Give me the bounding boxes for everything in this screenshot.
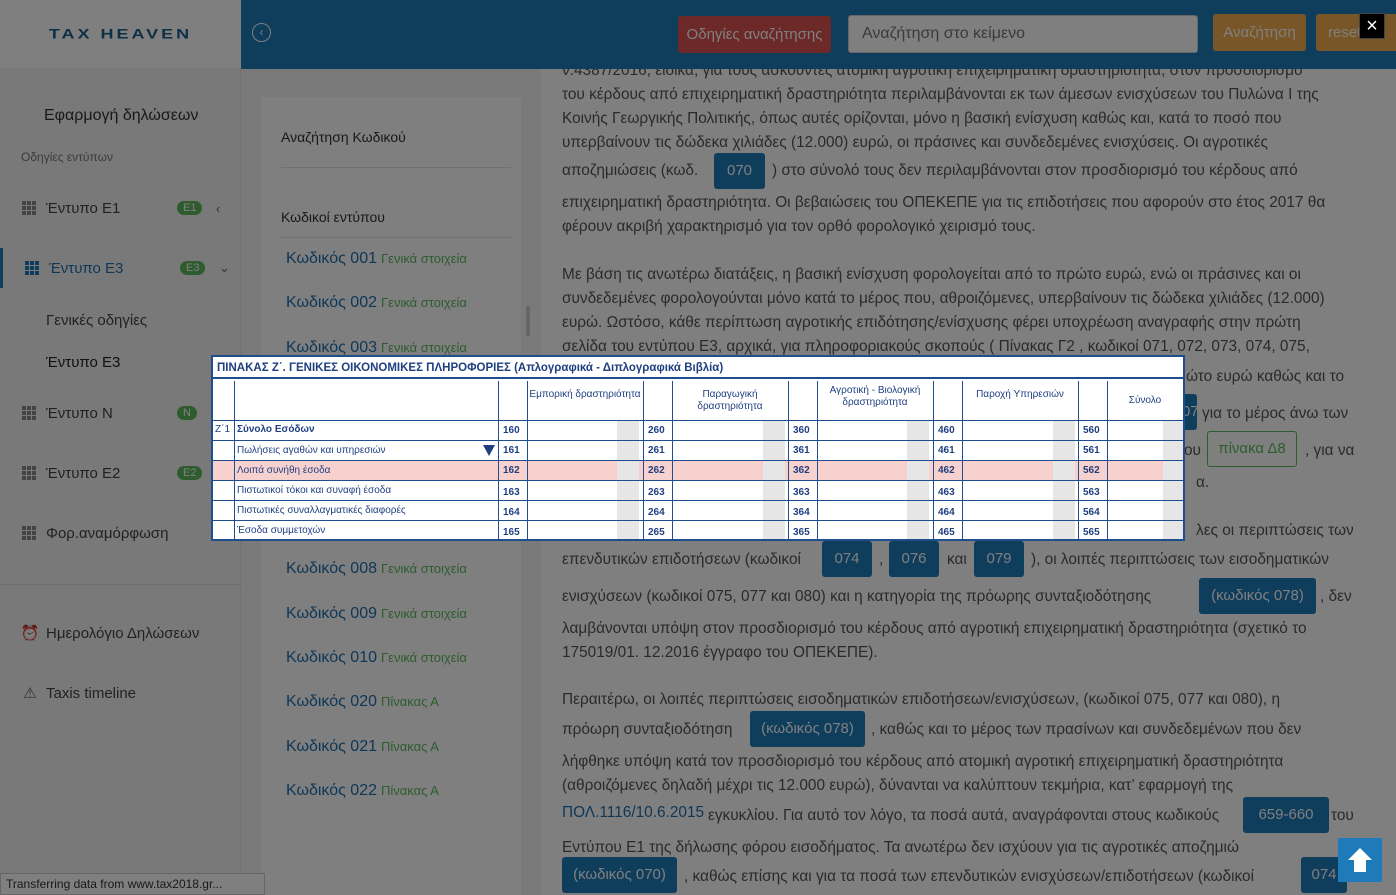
- row-prefix: Ζ΄1: [215, 424, 230, 435]
- code-cell: 365: [793, 527, 810, 538]
- grid-line: [933, 381, 934, 539]
- code-cell: 360: [793, 425, 810, 436]
- grid-line: [213, 420, 1183, 421]
- code-cell: 165: [503, 527, 520, 538]
- grid-line: [643, 381, 644, 539]
- grid-line: [213, 500, 1183, 501]
- code-cell: 460: [938, 425, 955, 436]
- grid-line: [213, 460, 1183, 461]
- code-cell: 463: [938, 487, 955, 498]
- table-popup: ΠΙΝΑΚΑΣ Ζ΄. ΓΕΝΙΚΕΣ ΟΙΚΟΝΟΜΙΚΕΣ ΠΛΗΡΟΦΟΡ…: [211, 355, 1185, 541]
- code-cell: 260: [648, 425, 665, 436]
- code-cell: 560: [1083, 425, 1100, 436]
- close-button[interactable]: ×: [1359, 13, 1385, 39]
- code-cell: 163: [503, 487, 520, 498]
- grid-line: [527, 381, 528, 539]
- grid-line: [788, 381, 789, 539]
- code-cell: 161: [503, 445, 520, 456]
- code-cell: 262: [648, 465, 665, 476]
- code-cell: 160: [503, 425, 520, 436]
- grid-line: [213, 480, 1183, 481]
- table-subtitle: (Απλογραφικά - Διπλογραφικά Βιβλία): [514, 362, 724, 374]
- code-cell: 164: [503, 507, 520, 518]
- code-cell: 563: [1083, 487, 1100, 498]
- column-header: Αγροτική - Βιολογική δραστηριότητα: [829, 385, 921, 408]
- code-cell: 261: [648, 445, 665, 456]
- code-cell: 564: [1083, 507, 1100, 518]
- highlighted-row: [213, 461, 1183, 481]
- grid-line: [498, 381, 499, 539]
- row-label: Λοιπά συνήθη έσοδα: [237, 465, 331, 476]
- row-label: Έσοδα συμμετοχών: [237, 525, 326, 536]
- code-cell: 264: [648, 507, 665, 518]
- code-cell: 361: [793, 445, 810, 456]
- scroll-to-top-button[interactable]: [1338, 838, 1382, 882]
- code-cell: 364: [793, 507, 810, 518]
- triangle-down-icon[interactable]: [483, 445, 495, 456]
- code-cell: 464: [938, 507, 955, 518]
- column-header: Εμπορική δραστηριότητα: [529, 389, 641, 400]
- column-header: Παραγωγική δραστηριότητα: [697, 389, 763, 412]
- arrow-up-icon: [1348, 848, 1372, 872]
- table-title: ΠΙΝΑΚΑΣ Ζ΄. ΓΕΝΙΚΕΣ ΟΙΚΟΝΟΜΙΚΕΣ ΠΛΗΡΟΦΟΡ…: [213, 357, 1183, 379]
- code-cell: 363: [793, 487, 810, 498]
- row-label: Σύνολο Εσόδων: [237, 424, 315, 435]
- column-header: Σύνολο: [1128, 395, 1162, 406]
- code-cell: 562: [1083, 465, 1100, 476]
- code-cell: 265: [648, 527, 665, 538]
- grid-line: [1078, 381, 1079, 539]
- code-cell: 263: [648, 487, 665, 498]
- code-cell: 565: [1083, 527, 1100, 538]
- code-cell: 462: [938, 465, 955, 476]
- column-header: Παροχή Υπηρεσιών: [976, 389, 1064, 400]
- grid-line: [213, 520, 1183, 521]
- code-cell: 461: [938, 445, 955, 456]
- row-label: Πωλήσεις αγαθών και υπηρεσιών: [237, 445, 386, 456]
- row-label: Πιστωτικοί τόκοι και συναφή έσοδα: [237, 485, 392, 496]
- code-cell: 561: [1083, 445, 1100, 456]
- code-cell: 162: [503, 465, 520, 476]
- grid-line: [213, 440, 1183, 441]
- row-label: Πιστωτικές συναλλαγματικές διαφορές: [237, 505, 406, 516]
- grid-line: [234, 381, 235, 539]
- grid-line: [962, 381, 963, 539]
- code-cell: 465: [938, 527, 955, 538]
- table-title-text: ΠΙΝΑΚΑΣ Ζ΄. ΓΕΝΙΚΕΣ ΟΙΚΟΝΟΜΙΚΕΣ ΠΛΗΡΟΦΟΡ…: [217, 362, 511, 374]
- code-cell: 362: [793, 465, 810, 476]
